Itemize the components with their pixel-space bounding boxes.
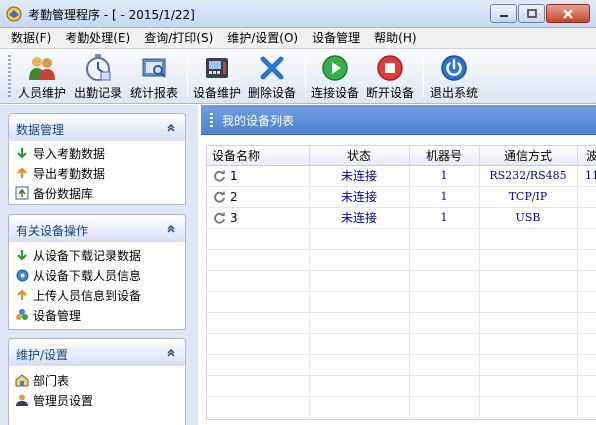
minimize-icon xyxy=(499,14,508,17)
toolbar: 人员维护 出勤记录 统计报表 设备维护 删除设备 连接设备 断开设备 退出系统 xyxy=(0,49,596,104)
connect-device-button[interactable]: 连接设备 xyxy=(311,53,359,101)
toolbar-grip[interactable] xyxy=(8,55,11,99)
info-circle-icon xyxy=(16,269,28,281)
empty-row xyxy=(207,291,596,313)
link-upload-staff[interactable]: 上传人员信息到设备 xyxy=(9,285,185,305)
exit-system-button[interactable]: 退出系统 xyxy=(430,53,478,101)
title-bar: 考勤管理程序 - [ - 2015/1/22] xyxy=(0,0,596,28)
play-icon xyxy=(322,54,348,81)
device-grid[interactable]: 设备名称 状态 机器号 通信方式 波 1 未连接 1 RS232/RS485 1… xyxy=(206,145,596,420)
col-comm-method[interactable]: 通信方式 xyxy=(479,146,578,166)
grid-header-row: 设备名称 状态 机器号 通信方式 波 xyxy=(207,146,596,166)
stopwatch-icon xyxy=(86,53,111,81)
menu-maintenance[interactable]: 维护/设置(O) xyxy=(220,28,305,49)
section-header[interactable]: 有关设备操作 xyxy=(8,214,186,242)
app-icon xyxy=(6,6,22,22)
collapse-chevron-icon xyxy=(167,124,175,132)
col-machine-no[interactable]: 机器号 xyxy=(409,146,480,166)
link-backup-database[interactable]: 备份数据库 xyxy=(9,183,185,203)
empty-row xyxy=(207,312,596,334)
menu-device[interactable]: 设备管理 xyxy=(305,28,367,49)
link-import-attendance[interactable]: 导入考勤数据 xyxy=(9,143,185,163)
device-list-panel: 我的设备列表 设备名称 状态 机器号 通信方式 波 1 未连接 1 xyxy=(201,105,596,425)
report-icon xyxy=(142,58,166,78)
arrow-down-green-icon xyxy=(17,250,27,261)
close-icon xyxy=(563,8,573,19)
attendance-record-button[interactable]: 出勤记录 xyxy=(74,53,122,101)
empty-row xyxy=(207,270,596,292)
device-list-header: 我的设备列表 xyxy=(201,105,596,135)
section-header[interactable]: 维护/设置 xyxy=(8,338,186,366)
delete-device-button[interactable]: 删除设备 xyxy=(248,53,296,101)
stop-icon xyxy=(377,54,403,81)
section-header[interactable]: 数据管理 xyxy=(8,113,186,141)
delete-x-icon xyxy=(260,56,284,79)
arrow-up-orange-icon xyxy=(17,167,27,178)
link-admin-settings[interactable]: 管理员设置 xyxy=(9,390,185,410)
menu-data[interactable]: 数据(F) xyxy=(4,28,58,49)
menu-attendance[interactable]: 考勤处理(E) xyxy=(58,28,137,49)
empty-row xyxy=(207,354,596,376)
admin-user-icon xyxy=(16,394,28,406)
backup-icon xyxy=(15,186,29,200)
refresh-device-icon xyxy=(214,191,225,203)
link-download-records[interactable]: 从设备下载记录数据 xyxy=(9,245,185,265)
link-download-staff[interactable]: 从设备下载人员信息 xyxy=(9,265,185,285)
statistics-report-button[interactable]: 统计报表 xyxy=(130,53,178,101)
col-device-name[interactable]: 设备名称 xyxy=(207,146,310,166)
toolbar-separator xyxy=(305,57,306,97)
collapse-chevron-icon xyxy=(167,225,175,233)
staff-maintenance-button[interactable]: 人员维护 xyxy=(18,53,66,101)
device-icon xyxy=(206,57,228,78)
window-title: 考勤管理程序 - [ - 2015/1/22] xyxy=(28,8,195,22)
device-list-title: 我的设备列表 xyxy=(222,114,295,128)
section-maintenance-settings: 维护/设置 部门表 管理员设置 xyxy=(8,338,186,425)
disconnect-device-button[interactable]: 断开设备 xyxy=(366,53,414,101)
refresh-device-icon xyxy=(214,212,225,224)
link-device-management[interactable]: 设备管理 xyxy=(9,305,185,325)
section-device-operations: 有关设备操作 从设备下载记录数据 从设备下载人员信息 上传人员信息到设备 设备管… xyxy=(8,214,186,330)
col-baud[interactable]: 波 xyxy=(577,146,596,166)
empty-row xyxy=(207,375,596,397)
device-maintenance-button[interactable]: 设备维护 xyxy=(193,53,241,101)
close-button[interactable] xyxy=(546,4,590,23)
menu-query-print[interactable]: 查询/打印(S) xyxy=(137,28,220,49)
maximize-icon xyxy=(526,8,537,18)
table-row[interactable]: 3 未连接 1 USB xyxy=(207,207,596,229)
maximize-button[interactable] xyxy=(518,4,545,23)
empty-row xyxy=(207,396,596,418)
table-row[interactable]: 2 未连接 1 TCP/IP xyxy=(207,186,596,208)
collapse-chevron-icon xyxy=(167,349,175,357)
building-icon xyxy=(15,374,29,387)
section-data-management: 数据管理 导入考勤数据 导出考勤数据 备份数据库 xyxy=(8,113,186,205)
col-status[interactable]: 状态 xyxy=(309,146,410,166)
power-icon xyxy=(441,54,467,81)
window-controls xyxy=(490,4,590,24)
devices-cluster-icon xyxy=(16,309,28,320)
arrow-down-green-icon xyxy=(17,148,27,159)
minimize-button[interactable] xyxy=(490,4,517,23)
task-sidebar: 数据管理 导入考勤数据 导出考勤数据 备份数据库 有关设备操作 从设备下载记录数… xyxy=(0,105,198,425)
toolbar-separator xyxy=(187,57,188,97)
arrow-up-orange-icon xyxy=(17,289,27,300)
empty-row xyxy=(207,333,596,355)
table-row[interactable]: 1 未连接 1 RS232/RS485 11 xyxy=(207,165,596,187)
link-department-table[interactable]: 部门表 xyxy=(9,370,185,390)
toolbar-separator xyxy=(423,57,424,97)
empty-row xyxy=(207,228,596,250)
menu-help[interactable]: 帮助(H) xyxy=(367,28,423,49)
refresh-device-icon xyxy=(214,170,225,182)
menu-bar: 数据(F) 考勤处理(E) 查询/打印(S) 维护/设置(O) 设备管理 帮助(… xyxy=(0,28,596,49)
empty-row xyxy=(207,249,596,271)
link-export-attendance[interactable]: 导出考勤数据 xyxy=(9,163,185,183)
grip-dots-icon xyxy=(210,113,213,127)
people-icon xyxy=(29,56,55,80)
